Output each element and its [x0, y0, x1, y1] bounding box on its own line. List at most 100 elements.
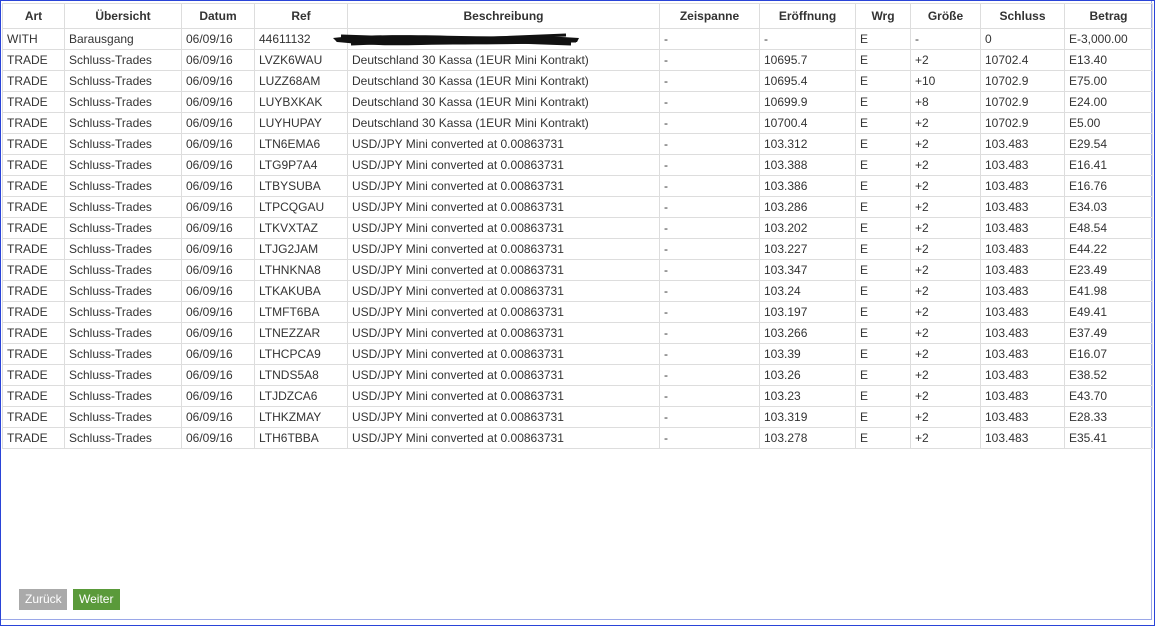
groesse-cell: +2: [910, 238, 981, 260]
eroeffnung-cell: 103.266: [759, 322, 856, 344]
ref-cell: LTHCPCA9: [254, 343, 348, 365]
beschreibung-cell: Deutschland 30 Kassa (1EUR Mini Kontrakt…: [347, 49, 660, 71]
beschreibung-cell: Deutschland 30 Kassa (1EUR Mini Kontrakt…: [347, 70, 660, 92]
header-schluss[interactable]: Schluss: [980, 3, 1065, 29]
datum-cell: 06/09/16: [181, 28, 255, 50]
eroeffnung-cell: 103.347: [759, 259, 856, 281]
schluss-cell: 10702.9: [980, 112, 1065, 134]
beschreibung-cell: USD/JPY Mini converted at 0.00863731: [347, 343, 660, 365]
groesse-cell: +10: [910, 70, 981, 92]
table-row: TRADE Schluss-Trades 06/09/16 LUZZ68AM Deuts…: [2, 70, 1153, 92]
datum-cell: 06/09/16: [181, 133, 255, 155]
uebersicht-cell: Schluss-Trades: [64, 385, 182, 407]
table-row: TRADE Schluss-Trades 06/09/16 LUYBXKAK Deuts…: [2, 91, 1153, 113]
art-cell: TRADE: [2, 133, 65, 155]
table-row: TRADE Schluss-Trades 06/09/16 LTHKZMAY USD/J…: [2, 406, 1153, 428]
datum-cell: 06/09/16: [181, 406, 255, 428]
wrg-cell: E: [855, 343, 911, 365]
art-cell: WITH: [2, 28, 65, 50]
schluss-cell: 0: [980, 28, 1065, 50]
art-cell: TRADE: [2, 49, 65, 71]
header-betrag[interactable]: Betrag: [1064, 3, 1153, 29]
table-row: TRADE Schluss-Trades 06/09/16 LTHNKNA8 USD/J…: [2, 259, 1153, 281]
schluss-cell: 10702.4: [980, 49, 1065, 71]
ref-cell: LTJDZCA6: [254, 385, 348, 407]
art-cell: TRADE: [2, 343, 65, 365]
header-ref[interactable]: Ref: [254, 3, 348, 29]
art-cell: TRADE: [2, 112, 65, 134]
header-uebersicht[interactable]: Übersicht: [64, 3, 182, 29]
uebersicht-cell: Schluss-Trades: [64, 238, 182, 260]
eroeffnung-cell: 103.202: [759, 217, 856, 239]
art-cell: TRADE: [2, 301, 65, 323]
datum-cell: 06/09/16: [181, 280, 255, 302]
wrg-cell: E: [855, 217, 911, 239]
betrag-cell: E34.03: [1064, 196, 1153, 218]
zeispanne-cell: -: [659, 133, 760, 155]
beschreibung-cell: USD/JPY Mini converted at 0.00863731: [347, 238, 660, 260]
header-zeispanne[interactable]: Zeispanne: [659, 3, 760, 29]
zeispanne-cell: -: [659, 238, 760, 260]
uebersicht-cell: Schluss-Trades: [64, 427, 182, 449]
groesse-cell: +2: [910, 196, 981, 218]
zeispanne-cell: -: [659, 28, 760, 50]
table-row: TRADE Schluss-Trades 06/09/16 LTNDS5A8 USD/J…: [2, 364, 1153, 386]
schluss-cell: 103.483: [980, 133, 1065, 155]
wrg-cell: E: [855, 406, 911, 428]
ref-cell: LTH6TBBA: [254, 427, 348, 449]
ref-cell: LTPCQGAU: [254, 196, 348, 218]
zeispanne-cell: -: [659, 322, 760, 344]
beschreibung-cell: USD/JPY Mini converted at 0.00863731: [347, 217, 660, 239]
betrag-cell: E41.98: [1064, 280, 1153, 302]
groesse-cell: +2: [910, 427, 981, 449]
art-cell: TRADE: [2, 259, 65, 281]
uebersicht-cell: Schluss-Trades: [64, 280, 182, 302]
betrag-cell: E13.40: [1064, 49, 1153, 71]
zeispanne-cell: -: [659, 70, 760, 92]
groesse-cell: +2: [910, 385, 981, 407]
header-beschreibung[interactable]: Beschreibung: [347, 3, 660, 29]
header-groesse[interactable]: Größe: [910, 3, 981, 29]
header-datum[interactable]: Datum: [181, 3, 255, 29]
ref-cell: LUYBXKAK: [254, 91, 348, 113]
schluss-cell: 103.483: [980, 238, 1065, 260]
betrag-cell: E75.00: [1064, 70, 1153, 92]
beschreibung-cell: USD/JPY Mini converted at 0.00863731: [347, 259, 660, 281]
ref-cell: LTNEZZAR: [254, 322, 348, 344]
header-wrg[interactable]: Wrg: [855, 3, 911, 29]
wrg-cell: E: [855, 238, 911, 260]
eroeffnung-cell: 10695.4: [759, 70, 856, 92]
zeispanne-cell: -: [659, 385, 760, 407]
table-header-row: Art Übersicht Datum Ref Beschreibung Zei…: [2, 3, 1153, 29]
schluss-cell: 103.483: [980, 427, 1065, 449]
back-button[interactable]: Zurück: [19, 589, 67, 610]
table-row: TRADE Schluss-Trades 06/09/16 LTJDZCA6 USD/J…: [2, 385, 1153, 407]
beschreibung-cell: USD/JPY Mini converted at 0.00863731: [347, 322, 660, 344]
header-art[interactable]: Art: [2, 3, 65, 29]
eroeffnung-cell: 10700.4: [759, 112, 856, 134]
table-row: TRADE Schluss-Trades 06/09/16 LVZK6WAU Deuts…: [2, 49, 1153, 71]
datum-cell: 06/09/16: [181, 154, 255, 176]
schluss-cell: 10702.9: [980, 70, 1065, 92]
betrag-cell: E16.07: [1064, 343, 1153, 365]
eroeffnung-cell: 103.24: [759, 280, 856, 302]
header-eroeffnung[interactable]: Eröffnung: [759, 3, 856, 29]
uebersicht-cell: Schluss-Trades: [64, 259, 182, 281]
ref-cell: LUYHUPAY: [254, 112, 348, 134]
datum-cell: 06/09/16: [181, 112, 255, 134]
eroeffnung-cell: 103.286: [759, 196, 856, 218]
table-row: TRADE Schluss-Trades 06/09/16 LTNEZZAR USD/J…: [2, 322, 1153, 344]
uebersicht-cell: Schluss-Trades: [64, 322, 182, 344]
table-row: TRADE Schluss-Trades 06/09/16 LTKVXTAZ USD/J…: [2, 217, 1153, 239]
betrag-cell: E35.41: [1064, 427, 1153, 449]
schluss-cell: 103.483: [980, 154, 1065, 176]
beschreibung-cell: USD/JPY Mini converted at 0.00863731: [347, 280, 660, 302]
groesse-cell: +8: [910, 91, 981, 113]
next-button[interactable]: Weiter: [73, 589, 120, 610]
eroeffnung-cell: 10695.7: [759, 49, 856, 71]
schluss-cell: 103.483: [980, 301, 1065, 323]
ref-cell: LVZK6WAU: [254, 49, 348, 71]
wrg-cell: E: [855, 259, 911, 281]
groesse-cell: +2: [910, 280, 981, 302]
table-body: WITH Barausgang 06/09/16 44611132- - E -0 E-3,0…: [2, 28, 1153, 449]
